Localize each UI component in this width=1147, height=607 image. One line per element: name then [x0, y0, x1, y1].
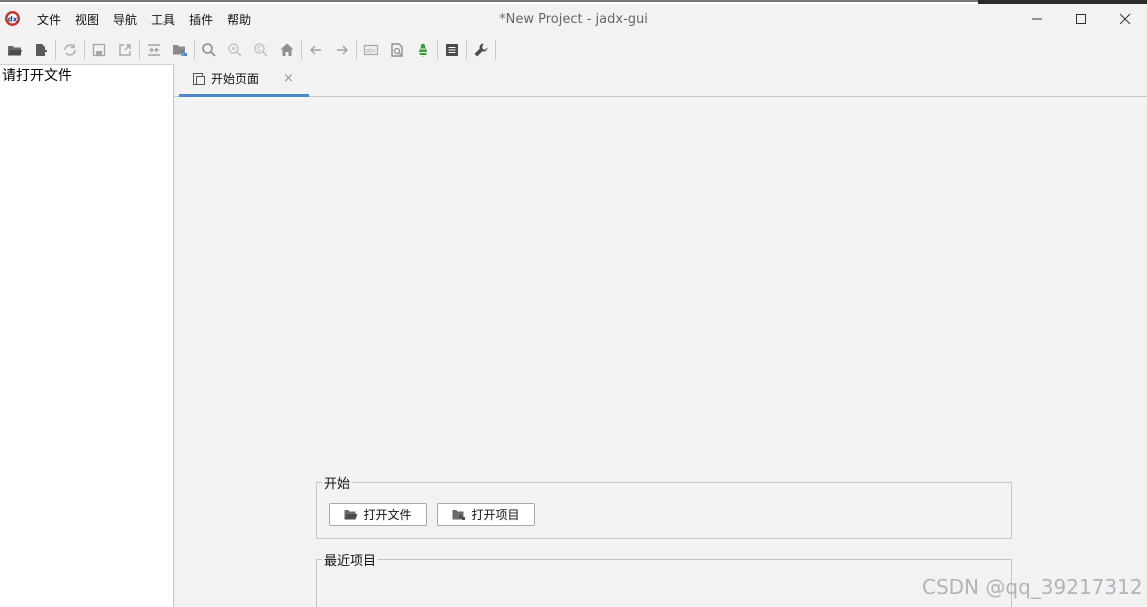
toolbar-separator [55, 40, 56, 60]
start-page-icon [193, 73, 205, 85]
minimize-button[interactable] [1015, 4, 1059, 34]
menu-navigation[interactable]: 导航 [106, 4, 144, 34]
forward-button[interactable] [329, 38, 355, 62]
start-group: 开始 打开文件 打开项目 [316, 473, 1012, 539]
menu-tools[interactable]: 工具 [144, 4, 182, 34]
tab-start-page[interactable]: 开始页面 × [179, 64, 309, 97]
log-viewer-button[interactable] [439, 38, 465, 62]
close-icon [1119, 13, 1131, 25]
svg-text:abc: abc [366, 48, 377, 55]
open-file-label: 打开文件 [363, 508, 412, 522]
preferences-button[interactable] [468, 38, 494, 62]
preferences-wrench-icon [474, 43, 488, 57]
open-project-icon [452, 509, 466, 520]
package-view-icon [173, 45, 187, 56]
log-viewer-icon [446, 44, 458, 56]
recent-group-title: 最近项目 [322, 550, 379, 569]
maximize-button[interactable] [1059, 4, 1103, 34]
open-project-label: 打开项目 [471, 508, 520, 522]
tab-close-icon[interactable]: × [283, 71, 294, 86]
add-files-icon [36, 44, 47, 56]
watermark: CSDN @qq_39217312 [922, 575, 1143, 599]
toolbar-separator [84, 40, 85, 60]
debug-bug-icon [417, 43, 429, 57]
deobfuscation-button[interactable]: abc [358, 38, 384, 62]
save-icon [92, 43, 106, 57]
open-folder-icon [344, 509, 358, 519]
jadx-logo-icon: dx [5, 11, 20, 26]
window-controls [1015, 4, 1147, 34]
svg-text:dx: dx [8, 16, 18, 24]
export-button[interactable] [112, 38, 138, 62]
minimize-icon [1032, 18, 1042, 20]
flatten-packages-icon [148, 44, 160, 56]
export-icon [119, 44, 131, 56]
package-view-button[interactable] [167, 38, 193, 62]
recent-projects-group: 最近项目 [316, 550, 1012, 607]
menu-file[interactable]: 文件 [30, 4, 68, 34]
toolbar-separator [466, 40, 467, 60]
open-project-button[interactable]: 打开项目 [437, 503, 535, 526]
home-icon [280, 43, 294, 56]
sync-icon [64, 44, 76, 56]
save-button[interactable] [86, 38, 112, 62]
menu-bar: 文件 视图 导航 工具 插件 帮助 [30, 4, 258, 34]
find-class-icon [254, 43, 268, 57]
home-button[interactable] [274, 38, 300, 62]
toolbar-separator [139, 40, 140, 60]
close-window-button[interactable] [1103, 4, 1147, 34]
deobfuscation-icon: abc [363, 44, 379, 56]
toolbar: abc [0, 36, 1147, 64]
open-file-button[interactable]: 打开文件 [329, 503, 427, 526]
project-tree-panel[interactable]: 请打开文件 [0, 64, 174, 607]
find-class-button[interactable] [248, 38, 274, 62]
toolbar-separator [495, 40, 496, 60]
toolbar-separator [356, 40, 357, 60]
start-group-title: 开始 [322, 473, 353, 492]
back-button[interactable] [303, 38, 329, 62]
tree-placeholder: 请打开文件 [2, 68, 72, 84]
menu-help[interactable]: 帮助 [220, 4, 258, 34]
top-strip-left [0, 0, 978, 2]
quark-icon [391, 43, 403, 57]
tab-label: 开始页面 [211, 72, 260, 86]
back-arrow-icon [310, 45, 321, 55]
flatten-packages-button[interactable] [141, 38, 167, 62]
toolbar-separator [194, 40, 195, 60]
menu-view[interactable]: 视图 [68, 4, 106, 34]
menu-plugins[interactable]: 插件 [182, 4, 220, 34]
toolbar-separator [301, 40, 302, 60]
toolbar-separator [437, 40, 438, 60]
title-bar: *New Project - jadx-gui dx 文件 视图 导航 工具 插… [0, 4, 1147, 34]
open-folder-icon [8, 46, 22, 56]
open-file-button[interactable] [2, 38, 28, 62]
debug-button[interactable] [410, 38, 436, 62]
forward-arrow-icon [337, 45, 348, 55]
search-icon [202, 43, 216, 57]
reload-button[interactable] [57, 38, 83, 62]
search-button[interactable] [196, 38, 222, 62]
find-usage-button[interactable] [222, 38, 248, 62]
find-usage-icon [228, 43, 242, 57]
tab-bar: 开始页面 × [174, 64, 1147, 97]
add-files-button[interactable] [28, 38, 54, 62]
maximize-icon [1076, 14, 1086, 24]
quark-button[interactable] [384, 38, 410, 62]
